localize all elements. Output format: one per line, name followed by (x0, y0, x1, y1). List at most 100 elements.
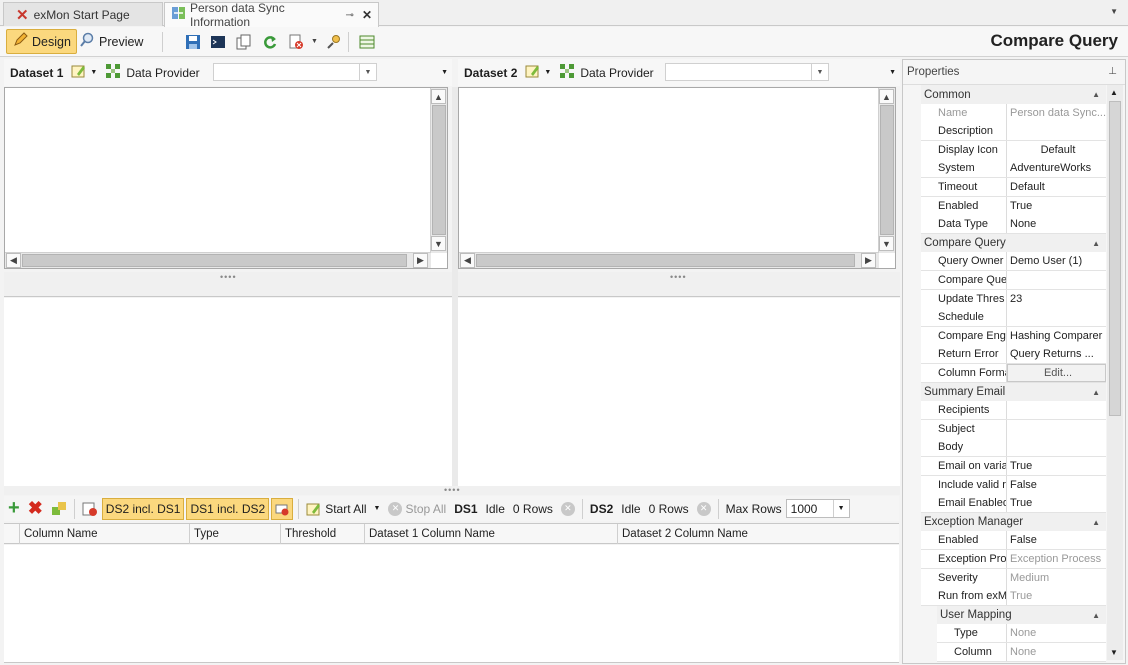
design-button[interactable]: Design (6, 29, 77, 54)
tab-exmon-start-page[interactable]: ✕ exMon Start Page (3, 2, 163, 26)
dataset2-splitter[interactable]: •••• (458, 272, 900, 297)
property-row[interactable]: Name Person data Sync... (921, 103, 1106, 123)
category-user-mapping[interactable]: User Mapping ▲ (937, 605, 1106, 625)
property-value[interactable]: Medium (1007, 569, 1106, 587)
collapse-icon[interactable]: ▲ (1092, 518, 1100, 527)
vertical-scrollbar[interactable]: ▲ ▼ (430, 88, 447, 253)
scroll-down-icon[interactable]: ▼ (1110, 648, 1118, 657)
property-row[interactable]: Include valid r False (921, 475, 1106, 495)
property-value[interactable]: False (1007, 476, 1106, 494)
property-value[interactable]: None (1007, 215, 1106, 233)
collapse-icon[interactable]: ▲ (1092, 611, 1100, 620)
chevron-down-icon[interactable]: ▼ (90, 69, 97, 76)
property-row[interactable]: Enabled True (921, 196, 1106, 216)
scroll-thumb[interactable] (880, 105, 894, 235)
property-value[interactable]: Default (1007, 178, 1106, 196)
scroll-right-icon[interactable]: ▶ (413, 253, 428, 268)
property-row[interactable]: Compare Que (921, 271, 1106, 290)
property-row[interactable]: System AdventureWorks (921, 159, 1106, 179)
scroll-left-icon[interactable]: ◀ (6, 253, 21, 268)
scroll-up-icon[interactable]: ▲ (431, 89, 446, 104)
scroll-thumb[interactable] (476, 254, 855, 267)
ds2-cancel-icon[interactable]: ✕ (693, 498, 715, 520)
ds1-incl-ds2-button[interactable]: DS1 incl. DS2 (186, 497, 270, 520)
scroll-up-icon[interactable]: ▲ (1110, 88, 1118, 97)
property-row[interactable]: Body (921, 438, 1106, 458)
property-value[interactable]: True (1007, 494, 1106, 512)
property-value[interactable]: True (1007, 457, 1106, 475)
property-row[interactable]: Exception Pro Exception Process (921, 550, 1106, 569)
property-value[interactable]: True (1007, 587, 1106, 605)
property-value[interactable] (1007, 308, 1106, 326)
table-view-icon[interactable] (358, 33, 375, 50)
property-value[interactable] (1007, 438, 1106, 456)
vertical-scrollbar[interactable]: ▲ ▼ (878, 88, 895, 253)
property-row[interactable]: Data Type None (921, 215, 1106, 235)
panel-menu-icon[interactable]: ▼ (889, 69, 896, 76)
column-header[interactable]: Column Name (20, 524, 190, 544)
property-value[interactable]: Hashing Comparer (1007, 327, 1106, 345)
collapse-icon[interactable]: ▲ (1092, 239, 1100, 248)
category-common[interactable]: Common ▲ (921, 85, 1106, 104)
find-user-icon[interactable] (325, 33, 342, 50)
category-compare-query[interactable]: Compare Query ▲ (921, 233, 1106, 253)
property-row[interactable]: Display Icon Default (921, 140, 1106, 160)
ds1-cancel-icon[interactable]: ✕ (557, 498, 579, 520)
scroll-thumb[interactable] (1109, 101, 1121, 416)
property-row[interactable]: Type None (937, 624, 1106, 644)
category-summary-email[interactable]: Summary Email ▲ (921, 382, 1106, 402)
property-value[interactable]: Exception Process (1007, 550, 1106, 568)
column-mapping-grid[interactable] (4, 545, 899, 663)
console-icon[interactable] (209, 33, 226, 50)
scroll-right-icon[interactable]: ▶ (861, 253, 876, 268)
delete-icon[interactable]: ✖ (24, 498, 47, 520)
panel-menu-icon[interactable]: ▼ (441, 69, 448, 76)
property-value[interactable]: None (1007, 624, 1106, 642)
column-header[interactable]: Dataset 1 Column Name (365, 524, 618, 544)
dataset2-provider-select[interactable]: ▼ (665, 63, 829, 81)
property-value[interactable] (1007, 271, 1106, 289)
scroll-down-icon[interactable]: ▼ (431, 236, 446, 251)
edit-query-icon[interactable] (525, 63, 541, 82)
delete-document-icon[interactable] (287, 33, 304, 50)
column-header[interactable]: Dataset 2 Column Name (618, 524, 899, 544)
property-row[interactable]: Description (921, 122, 1106, 142)
dataset1-splitter[interactable]: •••• (4, 272, 452, 297)
property-value[interactable] (1007, 122, 1106, 140)
add-icon[interactable]: + (4, 497, 24, 520)
scroll-thumb[interactable] (432, 105, 446, 235)
horizontal-scrollbar[interactable]: ◀ ▶ (459, 252, 879, 268)
chevron-down-icon[interactable]: ▼ (544, 69, 551, 76)
chevron-down-icon[interactable]: ▼ (311, 38, 318, 45)
collapse-icon[interactable]: ▲ (1092, 90, 1100, 99)
clear-icon[interactable] (78, 498, 102, 520)
property-row[interactable]: Compare Engi Hashing Comparer (921, 326, 1106, 346)
property-row[interactable]: Severity Medium (921, 568, 1106, 588)
scroll-thumb[interactable] (22, 254, 407, 267)
horizontal-splitter[interactable]: •••• (4, 485, 900, 495)
property-value[interactable]: Demo User (1) (1007, 252, 1106, 270)
exclude-mail-icon[interactable] (271, 497, 294, 520)
pin-icon[interactable]: ⊥ (1108, 66, 1117, 77)
refresh-icon[interactable] (261, 33, 278, 50)
stop-all-button[interactable]: ✕ Stop All (384, 498, 450, 520)
edit-button[interactable]: Edit... (1007, 364, 1106, 382)
dataset2-query-editor[interactable]: ▲ ▼ ◀ ▶ (458, 87, 896, 269)
property-row[interactable]: Update Thres 23 (921, 289, 1106, 309)
collapse-icon[interactable]: ▲ (1092, 388, 1100, 397)
property-value[interactable]: AdventureWorks (1007, 159, 1106, 177)
property-value[interactable]: Query Returns ... (1007, 345, 1106, 363)
max-rows-input[interactable]: 1000 ▼ (785, 499, 850, 518)
category-exception-manager[interactable]: Exception Manager ▲ (921, 512, 1106, 532)
vertical-scrollbar[interactable]: ▲ ▼ (1107, 85, 1123, 660)
property-row[interactable]: Run from exM True (921, 587, 1106, 607)
property-row[interactable]: Email on varia True (921, 457, 1106, 476)
column-header[interactable]: Type (190, 524, 281, 544)
scroll-up-icon[interactable]: ▲ (879, 89, 894, 104)
auto-map-icon[interactable] (47, 498, 71, 520)
property-value[interactable]: Person data Sync... (1007, 104, 1106, 122)
horizontal-scrollbar[interactable]: ◀ ▶ (5, 252, 431, 268)
property-row[interactable]: Recipients (921, 401, 1106, 421)
chevron-down-icon[interactable]: ▼ (832, 500, 849, 517)
scroll-left-icon[interactable]: ◀ (460, 253, 475, 268)
